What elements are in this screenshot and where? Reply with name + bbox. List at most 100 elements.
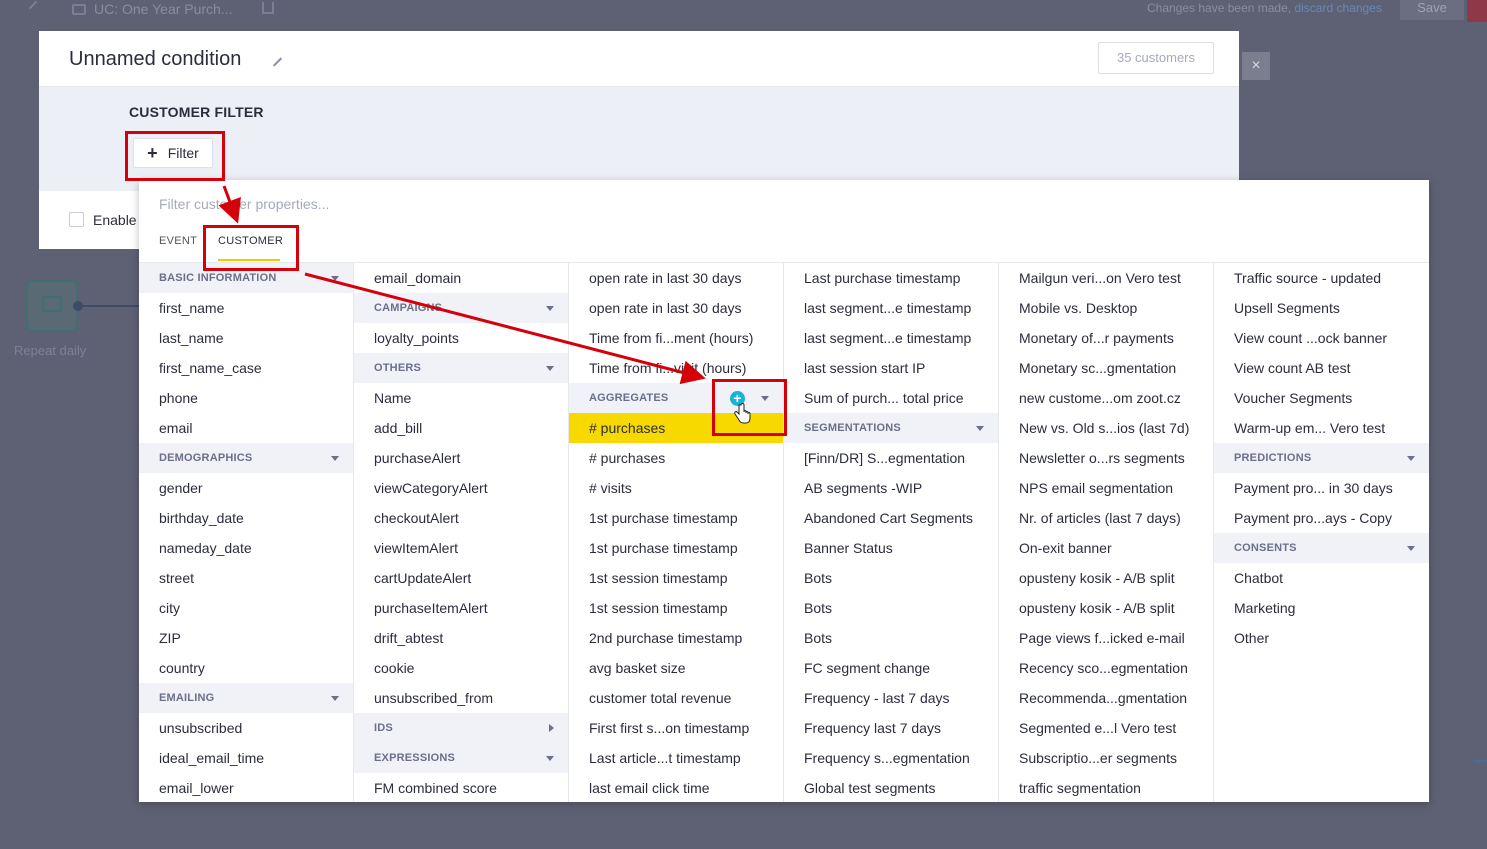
- property-item[interactable]: Other: [1214, 623, 1429, 653]
- property-item[interactable]: 1st session timestamp: [569, 563, 783, 593]
- tab-customer[interactable]: CUSTOMER: [218, 235, 283, 247]
- property-item[interactable]: Nr. of articles (last 7 days): [999, 503, 1213, 533]
- chevron-down-icon[interactable]: [1407, 546, 1415, 551]
- edit-pencil-icon[interactable]: [272, 57, 283, 67]
- property-item[interactable]: View count AB test: [1214, 353, 1429, 383]
- property-item[interactable]: View count ...ock banner: [1214, 323, 1429, 353]
- property-item[interactable]: viewCategoryAlert: [354, 473, 568, 503]
- property-item[interactable]: FC segment change: [784, 653, 998, 683]
- property-item[interactable]: Global test segments: [784, 773, 998, 802]
- property-item[interactable]: AB segments -WIP: [784, 473, 998, 503]
- breadcrumb[interactable]: UC: One Year Purch...: [72, 1, 233, 17]
- property-item[interactable]: Traffic source - updated: [1214, 263, 1429, 293]
- property-item[interactable]: Newsletter o...rs segments: [999, 443, 1213, 473]
- property-item[interactable]: FM combined score: [354, 773, 568, 802]
- property-item[interactable]: new custome...om zoot.cz: [999, 383, 1213, 413]
- property-item[interactable]: first_name_case: [139, 353, 353, 383]
- property-item[interactable]: NPS email segmentation: [999, 473, 1213, 503]
- property-item[interactable]: opusteny kosik - A/B split: [999, 593, 1213, 623]
- property-item[interactable]: purchaseItemAlert: [354, 593, 568, 623]
- property-item[interactable]: Time from fi...ment (hours): [569, 323, 783, 353]
- property-item[interactable]: city: [139, 593, 353, 623]
- chevron-down-icon[interactable]: [1407, 456, 1415, 461]
- condition-title[interactable]: Unnamed condition: [69, 48, 241, 71]
- property-item[interactable]: 1st purchase timestamp: [569, 533, 783, 563]
- property-item[interactable]: Segmented e...l Vero test: [999, 713, 1213, 743]
- property-item[interactable]: ideal_email_time: [139, 743, 353, 773]
- property-item[interactable]: Recency sco...egmentation: [999, 653, 1213, 683]
- property-item[interactable]: On-exit banner: [999, 533, 1213, 563]
- chevron-down-icon[interactable]: [331, 276, 339, 281]
- property-item[interactable]: add_bill: [354, 413, 568, 443]
- property-item[interactable]: open rate in last 30 days: [569, 293, 783, 323]
- property-item[interactable]: Monetary of...r payments: [999, 323, 1213, 353]
- property-item[interactable]: last session start IP: [784, 353, 998, 383]
- property-item[interactable]: cartUpdateAlert: [354, 563, 568, 593]
- property-item[interactable]: Recommenda...gmentation: [999, 683, 1213, 713]
- category-section-header[interactable]: OTHERS: [354, 353, 568, 383]
- property-item[interactable]: Subscriptio...er segments: [999, 743, 1213, 773]
- property-item[interactable]: viewItemAlert: [354, 533, 568, 563]
- property-item[interactable]: last segment...e timestamp: [784, 293, 998, 323]
- property-item[interactable]: nameday_date: [139, 533, 353, 563]
- category-section-header[interactable]: CAMPAIGNS: [354, 293, 568, 323]
- property-item[interactable]: traffic segmentation: [999, 773, 1213, 802]
- property-item[interactable]: checkoutAlert: [354, 503, 568, 533]
- property-item[interactable]: Frequency s...egmentation: [784, 743, 998, 773]
- property-item[interactable]: New vs. Old s...ios (last 7d): [999, 413, 1213, 443]
- property-item[interactable]: 1st session timestamp: [569, 593, 783, 623]
- property-item[interactable]: country: [139, 653, 353, 683]
- property-item[interactable]: open rate in last 30 days: [569, 263, 783, 293]
- property-search-input[interactable]: [159, 192, 759, 216]
- property-item[interactable]: # purchases: [569, 443, 783, 473]
- category-section-header[interactable]: DEMOGRAPHICS: [139, 443, 353, 473]
- discard-changes-link[interactable]: discard changes: [1294, 1, 1381, 15]
- property-item[interactable]: Mobile vs. Desktop: [999, 293, 1213, 323]
- property-item[interactable]: purchaseAlert: [354, 443, 568, 473]
- property-item[interactable]: drift_abtest: [354, 623, 568, 653]
- property-item[interactable]: first_name: [139, 293, 353, 323]
- property-item[interactable]: gender: [139, 473, 353, 503]
- share-icon[interactable]: [262, 2, 274, 14]
- property-item[interactable]: Time from fi...visit (hours): [569, 353, 783, 383]
- add-filter-button[interactable]: + Filter: [133, 138, 213, 168]
- property-item[interactable]: Bots: [784, 563, 998, 593]
- property-item[interactable]: ZIP: [139, 623, 353, 653]
- property-item[interactable]: customer total revenue: [569, 683, 783, 713]
- chevron-down-icon[interactable]: [976, 426, 984, 431]
- category-section-header[interactable]: EMAILING: [139, 683, 353, 713]
- enable-checkbox[interactable]: [69, 212, 84, 227]
- property-item[interactable]: last_name: [139, 323, 353, 353]
- category-section-header[interactable]: BASIC INFORMATION: [139, 263, 353, 293]
- property-item[interactable]: Last article...t timestamp: [569, 743, 783, 773]
- property-item[interactable]: birthday_date: [139, 503, 353, 533]
- category-section-header[interactable]: IDS: [354, 713, 568, 743]
- property-item[interactable]: Upsell Segments: [1214, 293, 1429, 323]
- property-item[interactable]: First first s...on timestamp: [569, 713, 783, 743]
- property-item[interactable]: Payment pro... in 30 days: [1214, 473, 1429, 503]
- property-item[interactable]: street: [139, 563, 353, 593]
- property-item[interactable]: unsubscribed_from: [354, 683, 568, 713]
- property-item[interactable]: loyalty_points: [354, 323, 568, 353]
- property-item[interactable]: phone: [139, 383, 353, 413]
- chevron-down-icon[interactable]: [331, 456, 339, 461]
- property-item[interactable]: email_domain: [354, 263, 568, 293]
- save-button[interactable]: Save: [1400, 0, 1464, 20]
- property-item[interactable]: Banner Status: [784, 533, 998, 563]
- property-item[interactable]: Marketing: [1214, 593, 1429, 623]
- category-section-header[interactable]: EXPRESSIONS: [354, 743, 568, 773]
- property-item[interactable]: Sum of purch... total price: [784, 383, 998, 413]
- property-item[interactable]: opusteny kosik - A/B split: [999, 563, 1213, 593]
- close-icon[interactable]: ×: [1242, 52, 1270, 80]
- property-item[interactable]: Abandoned Cart Segments: [784, 503, 998, 533]
- property-item[interactable]: unsubscribed: [139, 713, 353, 743]
- property-item[interactable]: last email click time: [569, 773, 783, 802]
- chevron-down-icon[interactable]: [761, 396, 769, 401]
- category-section-header[interactable]: CONSENTS: [1214, 533, 1429, 563]
- chevron-down-icon[interactable]: [546, 366, 554, 371]
- chevron-right-icon[interactable]: [549, 724, 554, 732]
- chevron-down-icon[interactable]: [546, 306, 554, 311]
- property-item[interactable]: Frequency last 7 days: [784, 713, 998, 743]
- property-item[interactable]: # visits: [569, 473, 783, 503]
- property-item[interactable]: Page views f...icked e-mail: [999, 623, 1213, 653]
